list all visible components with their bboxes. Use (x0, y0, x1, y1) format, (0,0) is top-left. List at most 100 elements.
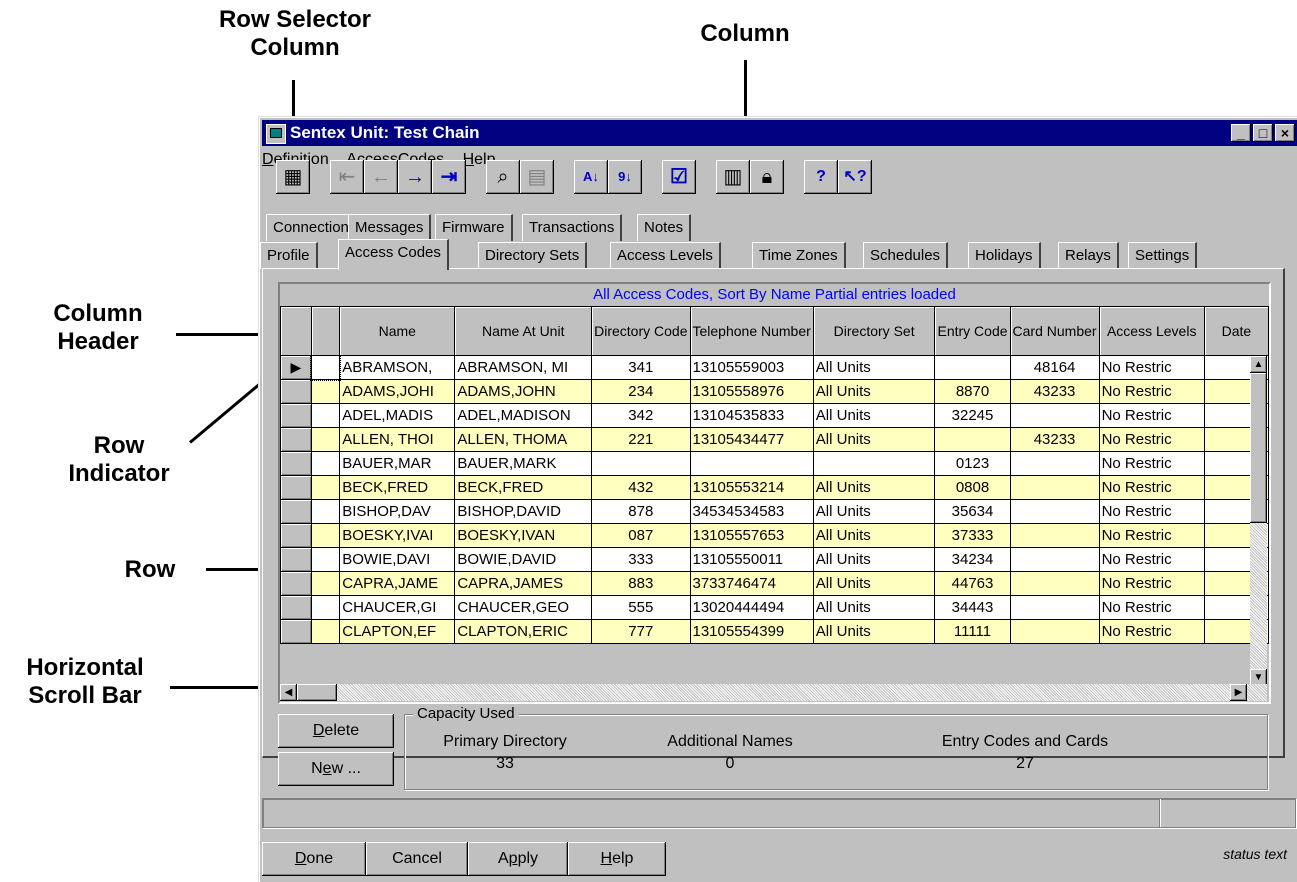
grid-cell[interactable]: 3733746474 (689, 571, 814, 596)
grid-cell[interactable]: 883 (591, 571, 691, 596)
schedule-icon[interactable]: ▥ (716, 160, 750, 194)
tab-access-levels[interactable]: Access Levels (610, 242, 721, 269)
tab-time-zones[interactable]: Time Zones (752, 242, 846, 269)
header-directory-set[interactable]: Directory Set (812, 306, 936, 356)
tab-directory-sets[interactable]: Directory Sets (478, 242, 588, 269)
grid-cell[interactable]: All Units (812, 427, 936, 452)
table-row[interactable]: ALLEN, THOI ALLEN, THOMA 221 13105434477 All… (280, 427, 1270, 452)
tab-schedules[interactable]: Schedules (863, 242, 949, 269)
grid-cell[interactable]: No Restric (1098, 619, 1205, 644)
grid-cell[interactable]: ADEL,MADIS (339, 403, 456, 428)
close-button[interactable]: × (1275, 124, 1295, 142)
grid-cell[interactable]: 342 (591, 403, 691, 428)
scroll-left-button[interactable]: ◀ (280, 684, 297, 701)
grid-cell[interactable]: All Units (812, 403, 936, 428)
scroll-hthumb[interactable] (297, 684, 337, 701)
grid-cell[interactable] (1009, 595, 1100, 620)
grid-cell[interactable] (591, 451, 691, 476)
grid-cell[interactable]: No Restric (1098, 379, 1205, 404)
scroll-up-button[interactable]: ▲ (1250, 356, 1267, 373)
grid-cell[interactable]: 43233 (1009, 379, 1100, 404)
checkbox-icon[interactable]: ☑ (662, 160, 696, 194)
grid-cell[interactable]: BISHOP,DAV (339, 499, 456, 524)
grid-cell[interactable] (812, 451, 936, 476)
grid-cell[interactable]: 13105557653 (689, 523, 814, 548)
grid-cell[interactable]: 35634 (934, 499, 1011, 524)
row-selector[interactable] (280, 619, 312, 644)
grid-cell[interactable] (689, 451, 814, 476)
last-record-icon[interactable]: ⇥ (432, 160, 466, 194)
grid-cell[interactable]: All Units (812, 475, 936, 500)
tab-transactions[interactable]: Transactions (522, 214, 623, 241)
grid-cell[interactable]: No Restric (1098, 547, 1205, 572)
grid-cell[interactable] (934, 427, 1011, 452)
row-selector[interactable] (280, 403, 312, 428)
sort-alpha-icon[interactable]: A↓ (574, 160, 608, 194)
find-icon[interactable]: ⌕ (486, 160, 520, 194)
help-button[interactable]: Help (568, 842, 666, 876)
grid-cell[interactable]: CHAUCER,GEO (454, 595, 593, 620)
grid-cell[interactable]: BAUER,MAR (339, 451, 456, 476)
row-selector[interactable] (280, 571, 312, 596)
grid-cell[interactable]: BECK,FRED (454, 475, 593, 500)
table-icon[interactable]: ▦ (276, 160, 310, 194)
maximize-button[interactable]: □ (1253, 124, 1273, 142)
grid-cell[interactable] (1009, 523, 1100, 548)
prev-record-icon[interactable]: ← (364, 160, 398, 194)
grid-cell[interactable]: 777 (591, 619, 691, 644)
tab-firmware[interactable]: Firmware (435, 214, 513, 241)
row-selector[interactable] (280, 499, 312, 524)
grid-cell[interactable]: BAUER,MARK (454, 451, 593, 476)
grid-cell[interactable]: 341 (591, 355, 691, 380)
done-button[interactable]: Done (262, 842, 366, 876)
grid-cell[interactable]: 555 (591, 595, 691, 620)
row-selector[interactable] (280, 595, 312, 620)
sort-numeric-icon[interactable]: 9↓ (608, 160, 642, 194)
tab-messages[interactable]: Messages (348, 214, 432, 241)
grid-cell[interactable] (1009, 451, 1100, 476)
tab-profile[interactable]: Profile (260, 242, 318, 269)
grid-cell[interactable]: 0808 (934, 475, 1011, 500)
grid-cell[interactable]: ALLEN, THOI (339, 427, 456, 452)
table-row[interactable]: BOESKY,IVAI BOESKY,IVAN 087 13105557653 All … (280, 523, 1270, 548)
grid-cell[interactable]: 13105553214 (689, 475, 814, 500)
grid-cell[interactable]: No Restric (1098, 523, 1205, 548)
header-card-number[interactable]: Card Number (1009, 306, 1100, 356)
grid-cell[interactable]: No Restric (1098, 355, 1205, 380)
header-directory-code[interactable]: Directory Code (591, 306, 691, 356)
table-row[interactable]: BAUER,MAR BAUER,MARK 0123 No Restric (280, 451, 1270, 476)
grid-cell[interactable]: 11111 (934, 619, 1011, 644)
grid-cell[interactable]: No Restric (1098, 499, 1205, 524)
grid-cell[interactable]: CAPRA,JAME (339, 571, 456, 596)
grid-cell[interactable]: No Restric (1098, 451, 1205, 476)
row-selector[interactable] (280, 475, 312, 500)
grid-cell[interactable]: BISHOP,DAVID (454, 499, 593, 524)
grid-cell[interactable]: 34234 (934, 547, 1011, 572)
grid-cell[interactable] (1009, 619, 1100, 644)
grid-cell[interactable]: 13105554399 (689, 619, 814, 644)
scroll-right-button[interactable]: ▶ (1230, 684, 1247, 701)
table-row[interactable]: ▶ ABRAMSON, ABRAMSON, MI 341 13105559003 All … (280, 354, 1270, 381)
scroll-thumb[interactable] (1250, 373, 1267, 523)
table-row[interactable]: CHAUCER,GI CHAUCER,GEO 555 13020444494 All U… (280, 595, 1270, 620)
table-row[interactable]: ADAMS,JOHI ADAMS,JOHN 234 13105558976 All Un… (280, 379, 1270, 404)
table-row[interactable]: BISHOP,DAV BISHOP,DAVID 878 34534534583 All … (280, 499, 1270, 524)
grid-cell[interactable]: CLAPTON,EF (339, 619, 456, 644)
tab-notes[interactable]: Notes (637, 214, 692, 241)
grid-cell[interactable]: 221 (591, 427, 691, 452)
grid-cell[interactable]: All Units (812, 571, 936, 596)
grid-cell[interactable]: 0123 (934, 451, 1011, 476)
grid-cell[interactable]: All Units (812, 499, 936, 524)
cancel-button[interactable]: Cancel (366, 842, 468, 876)
row-selector[interactable] (280, 523, 312, 548)
vertical-scroll-bar[interactable]: ▲ ▼ (1250, 356, 1267, 686)
row-selector[interactable] (280, 427, 312, 452)
list-icon[interactable]: ▤ (520, 160, 554, 194)
table-row[interactable]: CAPRA,JAME CAPRA,JAMES 883 3733746474 All Un… (280, 571, 1270, 596)
grid-cell[interactable] (1009, 499, 1100, 524)
header-name[interactable]: Name (339, 306, 456, 356)
grid-cell[interactable]: 8870 (934, 379, 1011, 404)
grid-cell[interactable]: All Units (812, 379, 936, 404)
grid-cell[interactable]: No Restric (1098, 475, 1205, 500)
grid-cell[interactable] (1009, 475, 1100, 500)
